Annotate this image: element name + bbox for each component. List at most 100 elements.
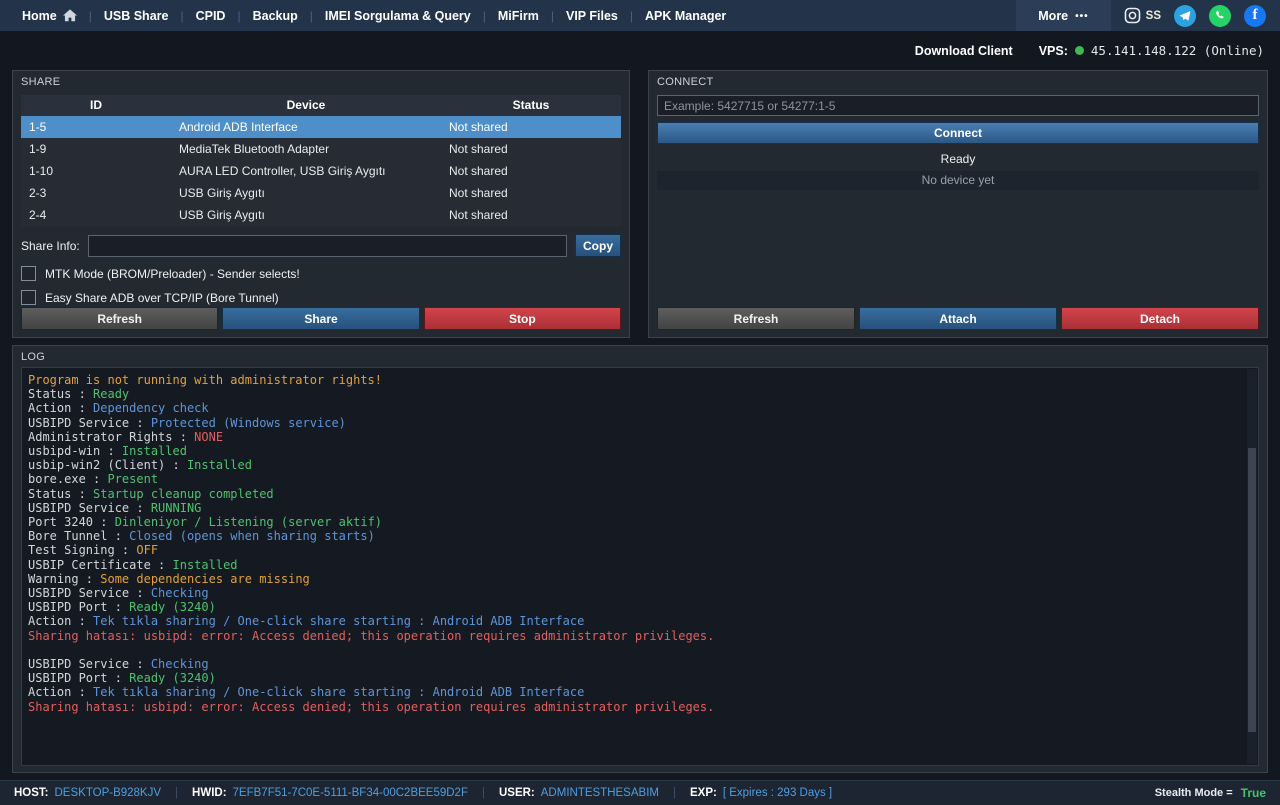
share-panel: SHARE IDDeviceStatus 1-5Android ADB Inte… — [12, 70, 630, 338]
attach-button[interactable]: Attach — [859, 307, 1057, 330]
table-row[interactable]: 1-10AURA LED Controller, USB Giriş Aygıt… — [21, 160, 621, 182]
column-header-status[interactable]: Status — [441, 95, 621, 116]
connect-refresh-button[interactable]: Refresh — [657, 307, 855, 330]
log-line: USBIP Certificate : Installed — [28, 558, 1256, 572]
log-area: Program is not running with administrato… — [21, 367, 1259, 766]
cell-id: 1-9 — [21, 138, 171, 160]
share-panel-title: SHARE — [21, 76, 621, 88]
nav-item-vip-files[interactable]: VIP Files — [554, 0, 630, 31]
nav-item-usb-share[interactable]: USB Share — [92, 0, 181, 31]
nav-item-label: USB Share — [104, 9, 169, 23]
subheader: Download Client VPS: 45.141.148.122 (Onl… — [0, 31, 1280, 70]
screenshot-icon — [1124, 7, 1141, 24]
checkbox-easy-share-adb-over-tcp-[interactable]: Easy Share ADB over TCP/IP (Bore Tunnel) — [21, 290, 621, 305]
log-lines: Program is not running with administrato… — [22, 368, 1258, 719]
statusbar-separator: | — [673, 787, 676, 799]
checkbox-box[interactable] — [21, 266, 36, 281]
log-line: Status : Startup cleanup completed — [28, 487, 1256, 501]
screenshot-button[interactable]: SS — [1124, 7, 1161, 24]
log-line: bore.exe : Present — [28, 472, 1256, 486]
detach-button[interactable]: Detach — [1061, 307, 1259, 330]
log-line: USBIPD Service : Checking — [28, 657, 1256, 671]
checkbox-mtk-mode-brom-preloader-[interactable]: MTK Mode (BROM/Preloader) - Sender selec… — [21, 266, 621, 281]
nav-item-label: Home — [22, 9, 57, 23]
vps-online-dot-icon — [1075, 46, 1084, 55]
log-line: Warning : Some dependencies are missing — [28, 572, 1256, 586]
log-line — [28, 643, 1256, 657]
screenshot-label: SS — [1146, 10, 1161, 22]
log-line: Port 3240 : Dinleniyor / Listening (serv… — [28, 515, 1256, 529]
more-button[interactable]: More ••• — [1016, 0, 1110, 31]
column-header-device[interactable]: Device — [171, 95, 441, 116]
log-line: Administrator Rights : NONE — [28, 430, 1256, 444]
nav-item-mifirm[interactable]: MiFirm — [486, 0, 551, 31]
host-label: HOST: — [14, 787, 49, 799]
hwid-label: HWID: — [192, 787, 227, 799]
remote-device-list-empty: No device yet — [657, 171, 1259, 190]
statusbar-separator: | — [175, 787, 178, 799]
table-row[interactable]: 2-3USB Giriş AygıtıNot shared — [21, 182, 621, 204]
facebook-icon[interactable]: f — [1244, 5, 1266, 27]
checkbox-box[interactable] — [21, 290, 36, 305]
share-buttons-row: Refresh Share Stop — [21, 307, 621, 330]
connect-status-text: Ready — [657, 152, 1259, 166]
vps-status: VPS: 45.141.148.122 (Online) — [1039, 43, 1264, 58]
log-line: USBIPD Port : Ready (3240) — [28, 600, 1256, 614]
connect-id-input[interactable] — [657, 95, 1259, 116]
share-button[interactable]: Share — [222, 307, 419, 330]
cell-status: Not shared — [441, 138, 621, 160]
log-line: Action : Tek tıkla sharing / One-click s… — [28, 685, 1256, 699]
copy-button[interactable]: Copy — [575, 234, 621, 257]
table-row[interactable]: 1-5Android ADB InterfaceNot shared — [21, 116, 621, 138]
log-line: USBIPD Service : Protected (Windows serv… — [28, 416, 1256, 430]
share-info-label: Share Info: — [21, 239, 80, 253]
log-line: usbip-win2 (Client) : Installed — [28, 458, 1256, 472]
more-label: More — [1038, 9, 1068, 23]
cell-id: 2-3 — [21, 182, 171, 204]
log-panel: LOG Program is not running with administ… — [12, 345, 1268, 773]
log-line: USBIPD Service : RUNNING — [28, 501, 1256, 515]
share-info-input[interactable] — [88, 235, 567, 257]
table-row[interactable]: 2-4USB Giriş AygıtıNot shared — [21, 204, 621, 226]
vps-ip-value: 45.141.148.122 (Online) — [1091, 43, 1264, 58]
nav-item-home[interactable]: Home — [10, 0, 89, 31]
stealth-mode: Stealth Mode = True — [1155, 786, 1266, 800]
log-line: USBIPD Service : Checking — [28, 586, 1256, 600]
table-row[interactable]: 1-9MediaTek Bluetooth AdapterNot shared — [21, 138, 621, 160]
nav-item-cpid[interactable]: CPID — [184, 0, 238, 31]
share-info-row: Share Info: Copy — [21, 234, 621, 257]
whatsapp-icon[interactable] — [1209, 5, 1231, 27]
exp-label: EXP: — [690, 787, 717, 799]
cell-device: AURA LED Controller, USB Giriş Aygıtı — [171, 160, 441, 182]
nav-item-apk-manager[interactable]: APK Manager — [633, 0, 738, 31]
nav-item-label: IMEI Sorgulama & Query — [325, 9, 471, 23]
cell-id: 1-10 — [21, 160, 171, 182]
log-line: Action : Tek tıkla sharing / One-click s… — [28, 614, 1256, 628]
log-line: Sharing hatası: usbipd: error: Access de… — [28, 629, 1256, 643]
stop-button[interactable]: Stop — [424, 307, 621, 330]
nav-right: More ••• SS f — [1016, 0, 1280, 31]
log-scrollbar[interactable] — [1247, 369, 1257, 764]
statusbar-separator: | — [482, 787, 485, 799]
status-bar: HOST: DESKTOP-B928KJV | HWID: 7EFB7F51-7… — [0, 780, 1280, 805]
download-client-link[interactable]: Download Client — [915, 44, 1013, 58]
telegram-icon[interactable] — [1174, 5, 1196, 27]
stealth-mode-value: True — [1241, 786, 1266, 800]
nav-item-label: Backup — [253, 9, 298, 23]
log-line: Program is not running with administrato… — [28, 373, 1256, 387]
nav-item-imei-sorgulama-query[interactable]: IMEI Sorgulama & Query — [313, 0, 483, 31]
share-refresh-button[interactable]: Refresh — [21, 307, 218, 330]
more-dots-icon: ••• — [1075, 11, 1089, 22]
column-header-id[interactable]: ID — [21, 95, 171, 116]
connect-buttons-row: Refresh Attach Detach — [657, 307, 1259, 330]
nav-item-label: CPID — [196, 9, 226, 23]
log-scrollbar-thumb[interactable] — [1248, 448, 1256, 732]
log-line: Bore Tunnel : Closed (opens when sharing… — [28, 529, 1256, 543]
log-line: USBIPD Port : Ready (3240) — [28, 671, 1256, 685]
home-icon — [63, 9, 77, 22]
checkbox-label: MTK Mode (BROM/Preloader) - Sender selec… — [45, 267, 300, 281]
nav-item-backup[interactable]: Backup — [241, 0, 310, 31]
connect-button[interactable]: Connect — [657, 122, 1259, 144]
share-options: MTK Mode (BROM/Preloader) - Sender selec… — [21, 266, 621, 305]
log-line: Test Signing : OFF — [28, 543, 1256, 557]
